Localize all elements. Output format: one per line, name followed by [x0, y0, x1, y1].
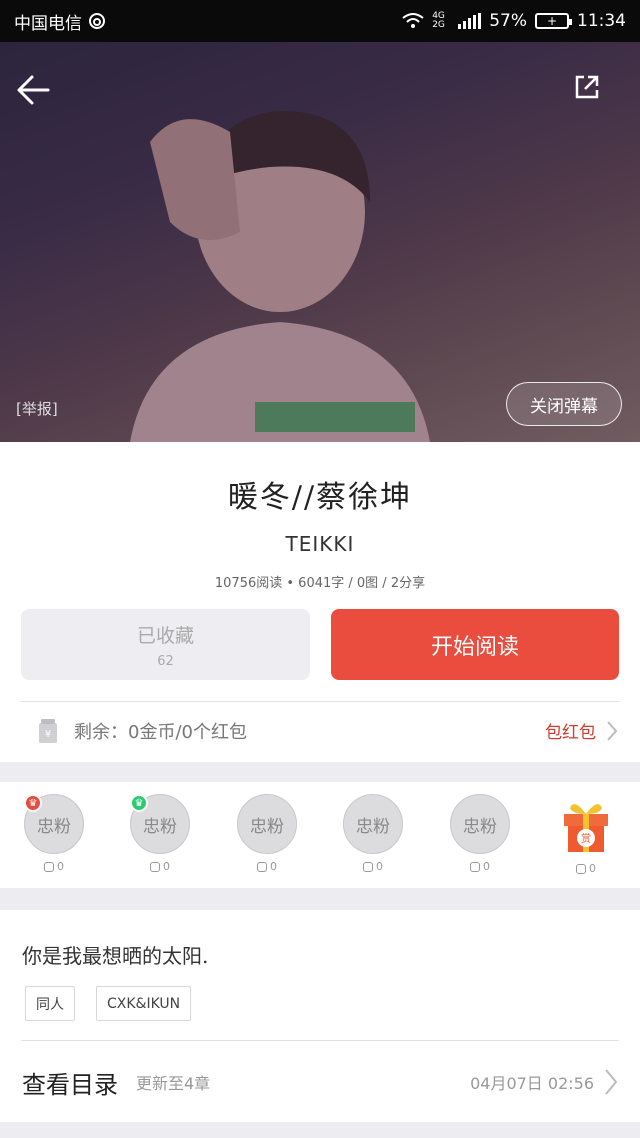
- fans-row: 忠粉 ♛ 0 忠粉 ♛ 0 忠粉 0 忠粉 0 忠粉 0 赏 0: [0, 782, 640, 888]
- divider: [21, 701, 619, 702]
- book-stats: 10756阅读 • 6041字 / 0图 / 2分享: [214, 576, 426, 591]
- clock: 11:34: [577, 11, 626, 31]
- tag[interactable]: CXK&IKUN: [96, 986, 192, 1021]
- fan-avatar: 忠粉: [237, 794, 297, 854]
- report-link[interactable]: [举报]: [16, 398, 58, 419]
- svg-text:¥: ¥: [45, 729, 51, 740]
- book-info: 暖冬//蔡徐坤 TEIKKI 10756阅读 • 6041字 / 0图 / 2分…: [0, 442, 640, 762]
- book-title: 暖冬//蔡徐坤: [227, 480, 413, 515]
- coin-icon: [150, 861, 160, 872]
- gift-icon: 赏: [564, 804, 608, 852]
- book-summary: 你是我最想晒的太阳.: [22, 944, 209, 968]
- fan-slot[interactable]: 忠粉 0: [235, 794, 299, 884]
- fan-slot[interactable]: 忠粉 0: [448, 794, 512, 884]
- crown-icon: ♛: [24, 794, 42, 812]
- network-logo-icon: [89, 13, 105, 29]
- signal-icon: [458, 13, 482, 29]
- coin-icon: [44, 861, 54, 872]
- balance-text: 剩余：0金币/0个红包: [74, 722, 247, 743]
- toc-date: 04月07日 02:56: [470, 1074, 594, 1093]
- carrier-name: 中国电信: [14, 13, 82, 34]
- network-type: 4G 2G: [432, 11, 445, 30]
- fan-count: 0: [163, 860, 170, 873]
- fan-slot[interactable]: 忠粉 0: [341, 794, 405, 884]
- chevron-right-icon: [607, 720, 618, 741]
- status-bar: 中国电信 4G 2G 57% + 11:34: [0, 0, 640, 42]
- fan-count: 0: [270, 860, 277, 873]
- reward-button[interactable]: 赏 0: [554, 794, 618, 884]
- tag[interactable]: 同人: [25, 986, 75, 1021]
- battery-percent: 57%: [489, 11, 527, 31]
- fan-count: 0: [483, 860, 490, 873]
- red-packet-label: 包红包: [545, 723, 596, 743]
- toc-update: 更新至4章: [136, 1074, 211, 1093]
- reward-count: 0: [589, 862, 596, 875]
- fan-slot[interactable]: 忠粉 ♛ 0: [128, 794, 192, 884]
- favorite-button[interactable]: 已收藏 62: [21, 609, 310, 680]
- wifi-icon: [402, 13, 424, 28]
- battery-icon: +: [535, 13, 572, 29]
- coin-icon: [257, 861, 267, 872]
- fan-count: 0: [376, 860, 383, 873]
- cover-image: [举报] 关闭弹幕: [0, 42, 640, 442]
- crown-icon: ♛: [130, 794, 148, 812]
- back-arrow-icon[interactable]: [14, 70, 54, 110]
- close-danmaku-button[interactable]: 关闭弹幕: [506, 382, 622, 426]
- chevron-right-icon: [605, 1069, 618, 1095]
- share-icon[interactable]: [572, 72, 602, 102]
- coin-icon: [363, 861, 373, 872]
- divider: [21, 1040, 619, 1041]
- balance-row: ¥ 剩余：0金币/0个红包: [36, 717, 247, 745]
- reward-label: 赏: [581, 833, 591, 845]
- favorite-count: 62: [157, 653, 174, 669]
- carrier: 中国电信: [14, 9, 106, 34]
- book-author[interactable]: TEIKKI: [0, 532, 640, 556]
- favorite-label: 已收藏: [136, 624, 194, 647]
- description-card: 你是我最想晒的太阳. 同人 CXK&IKUN 查看目录 更新至4章 04月07日…: [0, 910, 640, 1122]
- red-packet-link[interactable]: 包红包: [545, 718, 618, 743]
- fan-avatar: 忠粉: [450, 794, 510, 854]
- coin-icon: [470, 861, 480, 872]
- fan-slot[interactable]: 忠粉 ♛ 0: [22, 794, 86, 884]
- table-of-contents-row[interactable]: 查看目录 更新至4章 04月07日 02:56: [22, 1062, 618, 1102]
- start-reading-button[interactable]: 开始阅读: [331, 609, 619, 680]
- coin-icon: [576, 863, 586, 874]
- fan-avatar: 忠粉: [343, 794, 403, 854]
- fan-count: 0: [57, 860, 64, 873]
- money-jar-icon: ¥: [39, 719, 57, 743]
- toc-title: 查看目录: [22, 1070, 118, 1099]
